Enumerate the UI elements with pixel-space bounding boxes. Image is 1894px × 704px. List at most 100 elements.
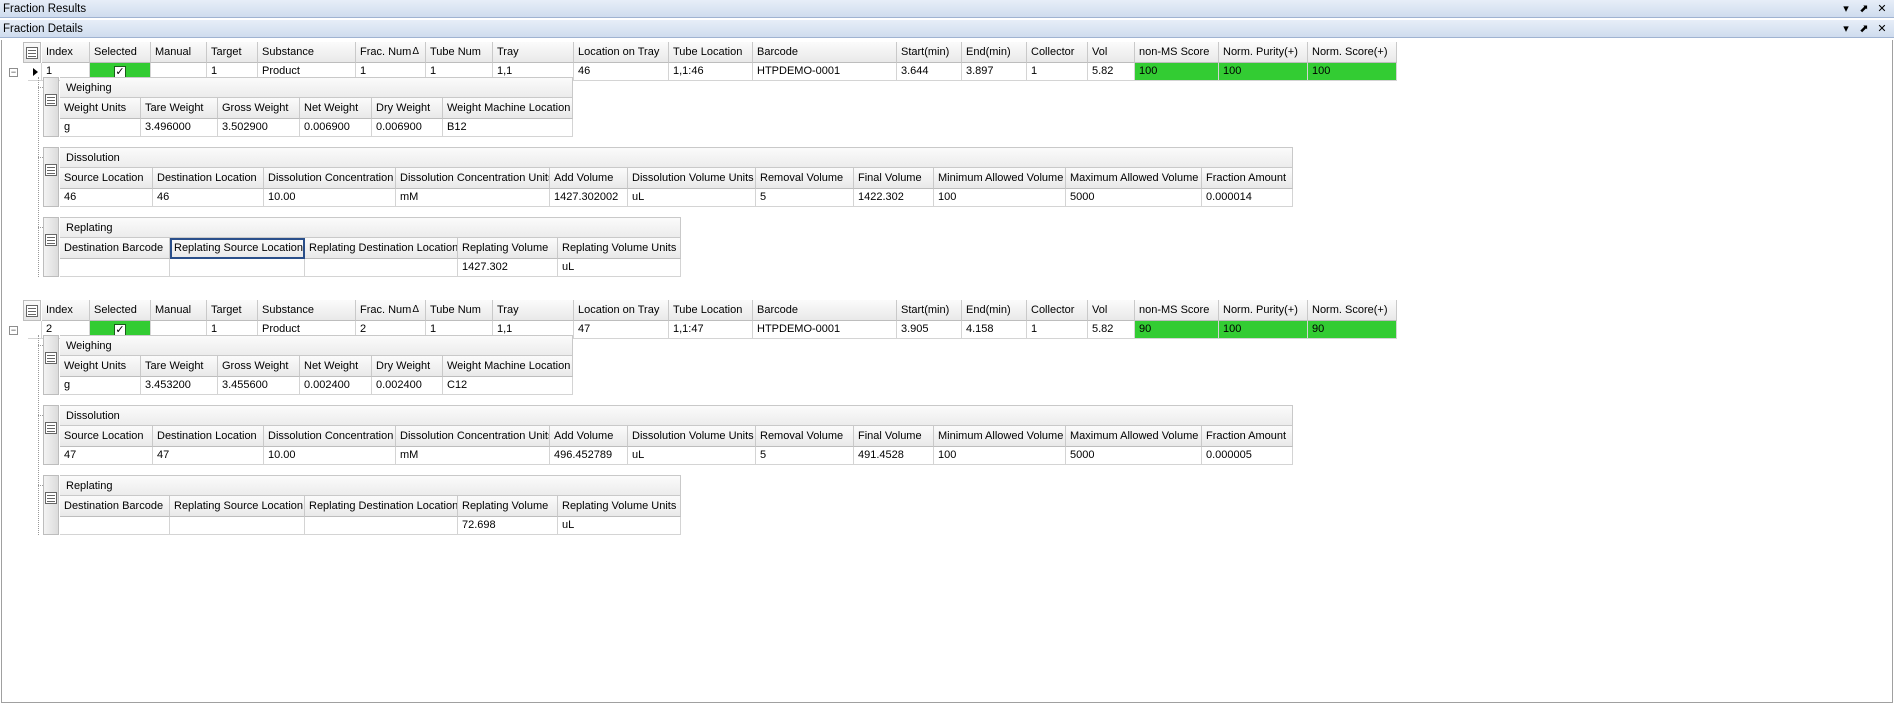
dissolution-header-final-volume[interactable]: Final Volume [854,168,934,189]
replating-header-replating-destination-location[interactable]: Replating Destination Location [305,238,458,259]
column-chooser-icon[interactable] [45,234,57,246]
fraction-header-manual[interactable]: Manual [151,42,207,63]
collapse-row-icon[interactable]: − [9,326,18,335]
replating-cell[interactable] [60,517,170,535]
weighing-cell[interactable]: B12 [443,119,573,137]
dissolution-cell[interactable]: 1422.302 [854,189,934,207]
fraction-cell[interactable]: 3.644 [897,63,962,81]
weighing-cell[interactable]: 3.453200 [141,377,218,395]
weighing-row[interactable]: g 3.496000 3.502900 0.006900 0.006900 B12 [60,119,573,137]
dissolution-header-dissolution-volume-units[interactable]: Dissolution Volume Units [628,426,756,447]
weighing-header-gross-weight[interactable]: Gross Weight [218,98,300,119]
dissolution-cell[interactable]: 491.4528 [854,447,934,465]
dissolution-cell[interactable]: 10.00 [264,447,396,465]
fraction-cell[interactable]: 1 [1027,321,1088,339]
dissolution-cell[interactable]: mM [396,189,550,207]
fraction-header-frac-num[interactable]: Frac. Num Δ [356,42,426,63]
dissolution-cell[interactable]: 100 [934,447,1066,465]
replating-cell[interactable]: uL [558,517,681,535]
dissolution-header-destination-location[interactable]: Destination Location [153,426,264,447]
dissolution-cell[interactable]: 46 [60,189,153,207]
fraction-header-start-min[interactable]: Start(min) [897,300,962,321]
column-chooser-button[interactable] [23,300,41,321]
dissolution-cell[interactable]: 5 [756,189,854,207]
replating-cell[interactable] [60,259,170,277]
dissolution-header-add-volume[interactable]: Add Volume [550,168,628,189]
dissolution-cell[interactable]: 0.000005 [1202,447,1293,465]
fraction-header-tray[interactable]: Tray [493,42,574,63]
weighing-cell[interactable]: 3.496000 [141,119,218,137]
dissolution-cell[interactable]: 47 [153,447,264,465]
weighing-header-net-weight[interactable]: Net Weight [300,356,372,377]
fraction-header-vol[interactable]: Vol [1088,300,1135,321]
fraction-header-location-on-tray[interactable]: Location on Tray [574,300,669,321]
selected-checkbox[interactable]: ✓ [114,65,126,78]
panel-menu-icon[interactable]: ▾ [1840,22,1852,35]
replating-cell[interactable] [170,517,305,535]
weighing-cell[interactable]: 0.006900 [372,119,443,137]
weighing-cell[interactable]: C12 [443,377,573,395]
replating-row[interactable]: 1427.302 uL [60,259,681,277]
fraction-header-tube-location[interactable]: Tube Location [669,42,753,63]
replating-header-replating-source-location[interactable]: Replating Source Location [170,496,305,517]
fraction-header-substance[interactable]: Substance [258,300,356,321]
replating-cell[interactable]: 72.698 [458,517,558,535]
fraction-header-substance[interactable]: Substance [258,42,356,63]
dissolution-cell[interactable]: uL [628,447,756,465]
collapse-row-icon[interactable]: − [9,68,18,77]
column-chooser-icon[interactable] [45,492,57,504]
dissolution-cell[interactable]: 5 [756,447,854,465]
replating-cell[interactable]: 1427.302 [458,259,558,277]
replating-header-replating-source-location[interactable]: Replating Source Location [170,238,305,259]
fraction-header-end-min[interactable]: End(min) [962,300,1027,321]
fraction-header-location-on-tray[interactable]: Location on Tray [574,42,669,63]
fraction-header-barcode[interactable]: Barcode [753,42,897,63]
dissolution-cell[interactable]: 0.000014 [1202,189,1293,207]
fraction-header-manual[interactable]: Manual [151,300,207,321]
fraction-cell[interactable]: HTPDEMO-0001 [753,63,897,81]
pin-icon[interactable]: ⬈ [1858,22,1870,35]
dissolution-header-dissolution-concentration[interactable]: Dissolution Concentration [264,426,396,447]
dissolution-cell[interactable]: 10.00 [264,189,396,207]
weighing-header-weight-units[interactable]: Weight Units [60,98,141,119]
fraction-cell[interactable]: 90 [1135,321,1219,339]
replating-header-replating-volume-units[interactable]: Replating Volume Units [558,238,681,259]
dissolution-cell[interactable]: 1427.302002 [550,189,628,207]
fraction-cell[interactable]: 3.905 [897,321,962,339]
column-chooser-icon[interactable] [45,422,57,434]
dissolution-header-removal-volume[interactable]: Removal Volume [756,168,854,189]
close-icon[interactable]: ✕ [1876,22,1888,35]
weighing-header-dry-weight[interactable]: Dry Weight [372,98,443,119]
dissolution-header-dissolution-concentration-units[interactable]: Dissolution Concentration Units [396,168,550,189]
dissolution-row[interactable]: 46 46 10.00 mM 1427.302002 uL 5 1422.302 100 5000… [60,189,1293,207]
dissolution-header-fraction-amount[interactable]: Fraction Amount [1202,168,1293,189]
replating-header-replating-volume-units[interactable]: Replating Volume Units [558,496,681,517]
weighing-cell[interactable]: 0.002400 [372,377,443,395]
fraction-header-tray[interactable]: Tray [493,300,574,321]
dissolution-header-dissolution-concentration-units[interactable]: Dissolution Concentration Units [396,426,550,447]
weighing-header-weight-machine-location[interactable]: Weight Machine Location [443,98,573,119]
weighing-cell[interactable]: g [60,377,141,395]
weighing-cell[interactable]: 0.006900 [300,119,372,137]
fraction-header-index[interactable]: Index [42,42,90,63]
weighing-header-dry-weight[interactable]: Dry Weight [372,356,443,377]
dissolution-header-minimum-allowed-volume[interactable]: Minimum Allowed Volume [934,168,1066,189]
replating-cell[interactable] [170,259,305,277]
fraction-cell[interactable]: 4.158 [962,321,1027,339]
fraction-header-collector[interactable]: Collector [1027,42,1088,63]
fraction-cell[interactable]: 100 [1219,321,1308,339]
dissolution-header-maximum-allowed-volume[interactable]: Maximum Allowed Volume [1066,168,1202,189]
fraction-cell[interactable]: 100 [1308,63,1397,81]
dissolution-header-dissolution-concentration[interactable]: Dissolution Concentration [264,168,396,189]
dissolution-header-source-location[interactable]: Source Location [60,426,153,447]
fraction-header-selected[interactable]: Selected [90,300,151,321]
fraction-cell[interactable]: HTPDEMO-0001 [753,321,897,339]
replating-header-replating-volume[interactable]: Replating Volume [458,496,558,517]
fraction-cell[interactable]: 1,1:46 [669,63,753,81]
dissolution-cell[interactable]: 5000 [1066,189,1202,207]
fraction-header-collector[interactable]: Collector [1027,300,1088,321]
fraction-cell[interactable]: 1 [1027,63,1088,81]
fraction-header-norm-purity[interactable]: Norm. Purity(+) [1219,300,1308,321]
fraction-cell[interactable]: 3.897 [962,63,1027,81]
close-icon[interactable]: ✕ [1876,2,1888,15]
